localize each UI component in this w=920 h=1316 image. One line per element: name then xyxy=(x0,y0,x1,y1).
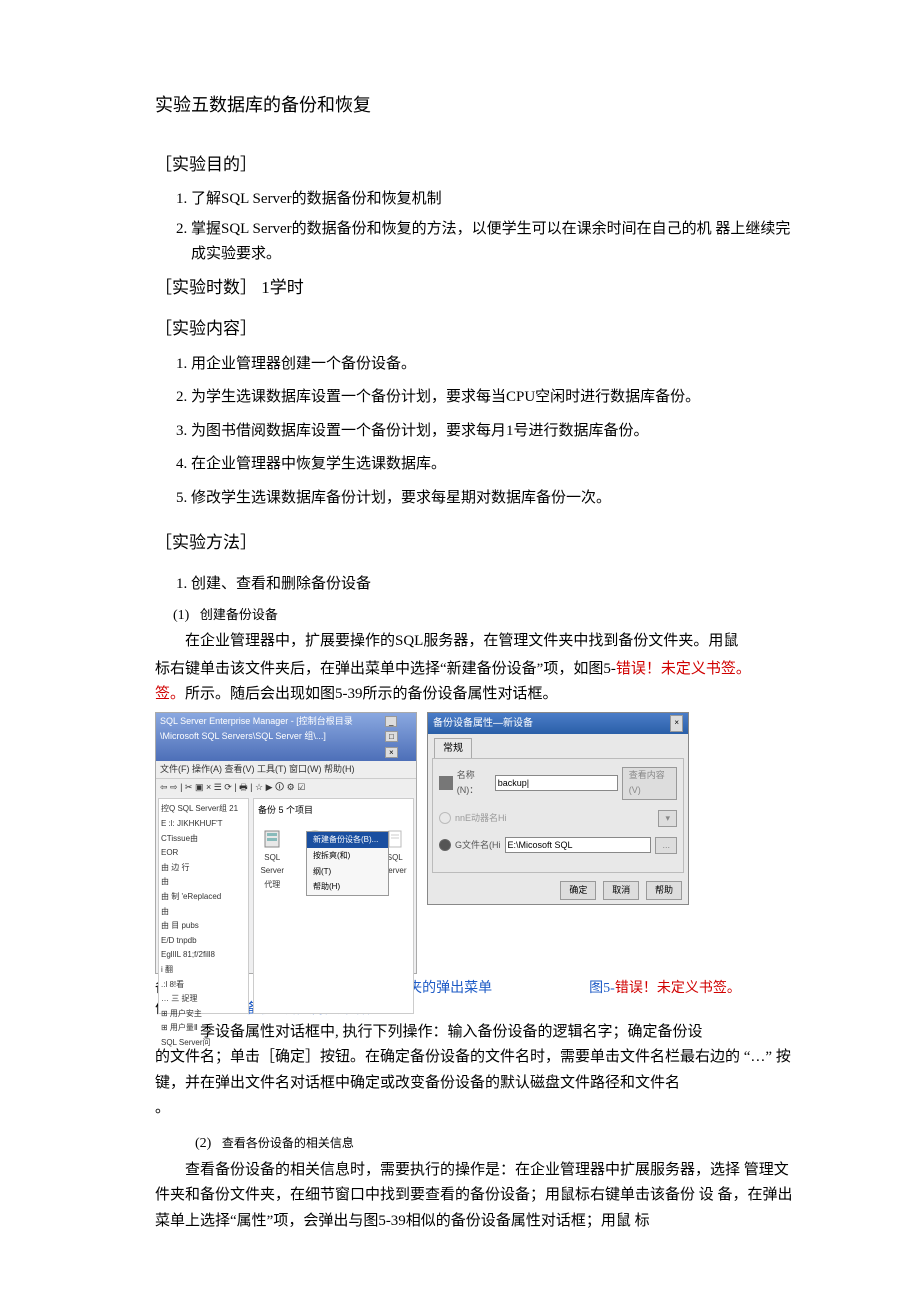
tree-node[interactable]: … 三 捉理 xyxy=(161,992,246,1006)
para: 在企业管理器中，扩展要操作的SQL服务器，在管理文件夹中找到备份文件夹。用鼠 xyxy=(155,629,800,655)
para: 标右键单击该文件夹后，在弹出菜单中选择“新建备份设备”项，如图5-错误！未定义书… xyxy=(155,657,800,683)
ok-button[interactable]: 确定 xyxy=(560,881,596,900)
tree-node[interactable]: 由 xyxy=(161,905,246,919)
para-tail: 。 xyxy=(155,1096,800,1122)
section-purpose-heading: ［实验目的］ xyxy=(155,151,800,180)
tree-node[interactable]: CTissue由 xyxy=(161,832,246,846)
view-content-button[interactable]: 查看内容(V) xyxy=(622,767,677,800)
tree-node[interactable]: E :l: JIKHKHUF'T xyxy=(161,817,246,831)
close-icon[interactable]: × xyxy=(385,747,398,758)
file-label: G文件名(Hi xyxy=(455,838,501,853)
dialog-tape-row: nnE动器名Hi ▾ xyxy=(439,810,677,827)
tree-node[interactable]: i 翻 xyxy=(161,963,246,977)
sub-num: (1) xyxy=(173,608,189,623)
fig-right-num: 图5- xyxy=(589,981,615,996)
page: 实验五数据库的备份和恢复 ［实验目的］ 了解SQL Server的数据备份和恢复… xyxy=(0,0,920,1316)
method-item: 创建、查看和删除备份设备 xyxy=(191,572,800,598)
name-label: 名称(N)： xyxy=(457,768,491,799)
em-menubar[interactable]: 文件(F) 操作(A) 查看(V) 工具(T) 窗口(W) 帮助(H) xyxy=(156,761,416,778)
em-tree[interactable]: 控Q SQL Server组 21 E :l: JIKHKHUF'T CTiss… xyxy=(158,798,249,1014)
content-item: 用企业管理器创建一个备份设备。 xyxy=(191,352,800,378)
content-item: 为图书借阅数据库设置一个备份计划，要求每月1号进行数据库备份。 xyxy=(191,419,800,445)
fig-right-err: 错误！未定义书签。 xyxy=(615,981,741,996)
method-sub-2: (2) 查看各份设备的相关信息 xyxy=(195,1132,800,1156)
content-list: 用企业管理器创建一个备份设备。 为学生选课数据库设置一个备份计划，要求每当CPU… xyxy=(155,352,800,512)
em-pane-title: 备份 5 个项目 xyxy=(258,803,409,818)
tree-node[interactable]: SQL Server问 xyxy=(161,1036,246,1050)
tree-node[interactable]: 由 目 pubs xyxy=(161,919,246,933)
max-icon[interactable]: □ xyxy=(385,731,398,742)
section-content-heading: ［实验内容］ xyxy=(155,315,800,344)
dropdown-icon[interactable]: ▾ xyxy=(658,810,677,827)
method-list: 创建、查看和删除备份设备 xyxy=(155,572,800,598)
browse-button[interactable]: ... xyxy=(655,837,677,854)
tree-node[interactable]: ⊞ 用户量Ⅱ xyxy=(161,1021,246,1035)
tree-node[interactable]: EOR xyxy=(161,846,246,860)
tree-node[interactable]: EgllIL 81;f/2fill8 xyxy=(161,948,246,962)
tree-node[interactable]: ⊞ 用户安主 xyxy=(161,1007,246,1021)
server-icon xyxy=(262,829,282,849)
radio-tape[interactable] xyxy=(439,812,451,824)
purpose-list: 了解SQL Server的数据备份和恢复机制 掌握SQL Server的数据备份… xyxy=(155,187,800,268)
purpose-item: 掌握SQL Server的数据备份和恢复的方法，以便学生可以在课余时间在自己的机… xyxy=(191,217,800,268)
icon-label: SQL Server代理 xyxy=(260,853,284,889)
section-method-heading: ［实验方法］ xyxy=(155,529,800,558)
min-icon[interactable]: _ xyxy=(385,716,397,727)
tree-node[interactable]: .:l 8!看 xyxy=(161,978,246,992)
dialog-name-row: 名称(N)： 查看内容(V) xyxy=(439,767,677,800)
help-button[interactable]: 帮助 xyxy=(646,881,682,900)
dialog-buttons: 确定 取消 帮助 xyxy=(428,877,688,904)
radio-file[interactable] xyxy=(439,839,451,851)
close-icon[interactable]: × xyxy=(670,715,683,732)
sub-num: (2) xyxy=(195,1136,211,1151)
ctx-new-device[interactable]: 新建备份设各(B)... xyxy=(307,832,388,848)
tree-node[interactable]: E/D tnpdb xyxy=(161,934,246,948)
backup-device-dialog: 备份设备属性—新设备 × 常规 名称(N)： 查看内容(V) nnE动器名Hi xyxy=(427,712,689,905)
tree-node[interactable]: 由 xyxy=(161,875,246,889)
sub-title: 查看各份设备的相关信息 xyxy=(222,1136,354,1150)
para: 查看备份设备的相关信息时，需要执行的操作是：在企业管理器中扩展服务器，选择 管理… xyxy=(155,1158,800,1235)
figures-row: SQL Server Enterprise Manager - [控制台根目录\… xyxy=(155,712,800,974)
tree-node[interactable]: 由 边 行 xyxy=(161,861,246,875)
purpose-item: 了解SQL Server的数据备份和恢复机制 xyxy=(191,187,800,213)
em-toolbar[interactable]: ⇦ ⇨ | ✂ ▣ × ☰ ⟳ | 🖶 | ☆ ▶ 🛈 ⚙ ☑ xyxy=(156,778,416,796)
enterprise-manager-window: SQL Server Enterprise Manager - [控制台根目录\… xyxy=(155,712,417,974)
file-input[interactable] xyxy=(505,837,652,853)
para: 的文件名；单击［确定］按钮。在确定备份设备的文件名时，需要单击文件名栏最右边的 … xyxy=(155,1045,800,1096)
em-main-pane: 备份 5 个项目 SQL Server代理 xyxy=(253,798,414,1014)
sub-title: 创建备份设备 xyxy=(200,607,278,622)
error-ref-cont: 签。 xyxy=(155,686,185,702)
ctx-item[interactable]: 按拆爽(和) xyxy=(307,848,388,864)
tree-node[interactable]: 控Q SQL Server组 21 xyxy=(161,802,246,816)
em-title-text: SQL Server Enterprise Manager - [控制台根目录\… xyxy=(160,714,385,760)
dialog-tab-general[interactable]: 常规 xyxy=(434,738,472,758)
method-sub-1: (1) 创建备份设备 xyxy=(173,604,800,628)
para: 签。所示。随后会出现如图5-39所示的备份设备属性对话框。 xyxy=(155,682,800,708)
em-title-bar: SQL Server Enterprise Manager - [控制台根目录\… xyxy=(156,713,416,761)
ctx-item[interactable]: 帮助(H) xyxy=(307,879,388,895)
tree-node[interactable]: 由 制 'eReplaced xyxy=(161,890,246,904)
doc-title: 实验五数据库的备份和恢复 xyxy=(155,90,800,121)
cancel-button[interactable]: 取消 xyxy=(603,881,639,900)
dialog-column: 备份设备属性—新设备 × 常规 名称(N)： 查看内容(V) nnE动器名Hi xyxy=(427,712,800,872)
dialog-title-bar: 备份设备属性—新设备 × xyxy=(428,713,688,734)
tape-label: nnE动器名Hi xyxy=(455,811,507,826)
disk-icon xyxy=(439,776,453,790)
section-hours-heading: ［实验时数］ 1学时 xyxy=(155,274,800,303)
content-item: 修改学生选课数据库备份计划，要求每星期对数据库备份一次。 xyxy=(191,486,800,512)
context-menu[interactable]: 新建备份设各(B)... 按拆爽(和) 纲(T) 帮助(H) xyxy=(306,831,389,895)
text: 标右键单击该文件夹后，在弹出菜单中选择“新建备份设备”项，如图5- xyxy=(155,661,616,677)
window-controls: _ □ × xyxy=(385,714,412,760)
error-ref: 错误！未定义书签。 xyxy=(616,661,751,677)
ctx-item[interactable]: 纲(T) xyxy=(307,864,388,880)
content-item: 为学生选课数据库设置一个备份计划，要求每当CPU空闲时进行数据库备份。 xyxy=(191,385,800,411)
name-input[interactable] xyxy=(495,775,618,791)
dialog-file-row: G文件名(Hi ... xyxy=(439,837,677,854)
dialog-title-text: 备份设备属性—新设备 xyxy=(433,715,533,732)
para: 季设备属性对话框中, 执行下列操作：输入备份设备的逻辑名字；确定备份设 xyxy=(155,1020,800,1046)
text: 所示。随后会出现如图5-39所示的备份设备属性对话框。 xyxy=(185,686,558,702)
content-item: 在企业管理器中恢复学生选课数据库。 xyxy=(191,452,800,478)
server-agent-icon[interactable]: SQL Server代理 xyxy=(258,829,287,892)
